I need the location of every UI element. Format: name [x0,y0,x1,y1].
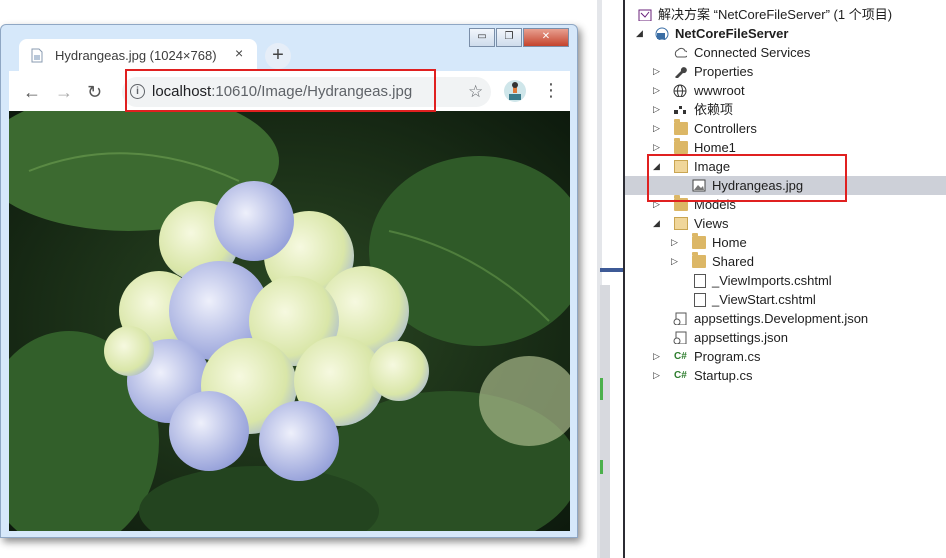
globe-icon [673,84,687,97]
forward-icon[interactable]: → [55,82,73,103]
tree-item-label: appsettings.json [694,330,788,345]
collapsed-arrow-icon[interactable]: ▷ [671,252,678,271]
tree-item-label: NetCoreFileServer [675,26,789,41]
reload-icon[interactable]: ↻ [87,82,102,103]
tree-item-controllers[interactable]: ▷ Controllers [625,119,946,138]
open-folder-icon [674,217,688,230]
tree-item-views[interactable]: ◢ Views [625,214,946,233]
minimize-button[interactable]: ▭ [469,28,495,47]
change-marker [600,378,603,400]
tree-item-label: Views [694,216,729,231]
avatar[interactable] [504,80,526,102]
collapsed-arrow-icon[interactable]: ▷ [653,119,660,138]
folder-icon [692,233,706,249]
tree-item-viewimports[interactable]: _ViewImports.cshtml [625,271,946,290]
collapsed-arrow-icon[interactable]: ▷ [653,366,660,385]
folder-icon [674,119,688,135]
tree-item-label: wwwroot [694,83,745,98]
hydrangea-photo-graphic [9,111,570,531]
image-folder-highlight-box [647,154,847,202]
json-file-icon [673,312,687,325]
tree-item-program-cs[interactable]: ▷ C# Program.cs [625,347,946,366]
tree-item-appsettings[interactable]: appsettings.json [625,328,946,347]
tree-item-label: 依赖项 [694,102,734,117]
tree-item-connected-services[interactable]: Connected Services [625,43,946,62]
collapsed-arrow-icon[interactable]: ▷ [653,81,660,100]
folder-icon [674,138,688,154]
tree-item-label: Shared [712,254,754,269]
folder-icon [692,252,706,268]
tree-item-startup-cs[interactable]: ▷ C# Startup.cs [625,366,946,385]
razor-file-icon [694,274,706,288]
tree-item-dependencies[interactable]: ▷ 依赖项 [625,100,946,119]
expanded-arrow-icon[interactable]: ◢ [653,214,660,233]
tree-item-views-shared[interactable]: ▷ Shared [625,252,946,271]
url-highlight-box [125,69,436,112]
tree-item-project[interactable]: ◢ NetCoreFileServer [625,24,946,43]
change-marker [600,460,603,474]
solution-explorer: 解决方案 “NetCoreFileServer” (1 个项目) ◢ NetCo… [625,0,946,558]
collapsed-arrow-icon[interactable]: ▷ [653,347,660,366]
avatar-icon [504,80,526,102]
connected-services-icon [674,47,687,58]
collapsed-arrow-icon[interactable]: ▷ [671,233,678,252]
close-window-button[interactable]: ✕ [523,28,569,47]
tree-item-label: Program.cs [694,349,761,364]
new-tab-button[interactable]: + [265,43,291,69]
collapsed-arrow-icon[interactable]: ▷ [653,62,660,81]
tree-item-appsettings-development[interactable]: appsettings.Development.json [625,309,946,328]
tree-item-wwwroot[interactable]: ▷ wwwroot [625,81,946,100]
solution-icon [638,9,652,21]
tree-item-label: 解决方案 “NetCoreFileServer” (1 个项目) [658,7,893,22]
tree-item-properties[interactable]: ▷ Properties [625,62,946,81]
tree-item-viewstart[interactable]: _ViewStart.cshtml [625,290,946,309]
browser-window: ▭ ❐ ✕ Hydrangeas.jpg (1024×768) × + ← → … [0,24,578,538]
back-icon[interactable]: ← [23,82,41,103]
tab-title: Hydrangeas.jpg (1024×768) [55,48,217,63]
hydrangeas-image [9,111,570,531]
page-icon [31,48,43,63]
wrench-icon [675,67,687,78]
tree-item-solution[interactable]: 解决方案 “NetCoreFileServer” (1 个项目) [625,5,946,24]
tree-item-views-home[interactable]: ▷ Home [625,233,946,252]
tree-item-label: _ViewImports.cshtml [712,273,832,288]
tree-item-label: Home [712,235,747,250]
dependencies-icon [674,106,686,114]
tree-item-label: _ViewStart.cshtml [712,292,816,307]
tree-item-label: Startup.cs [694,368,753,383]
scroll-strip[interactable] [600,285,610,558]
tree-item-label: Controllers [694,121,757,136]
expanded-arrow-icon[interactable]: ◢ [636,24,643,43]
csharp-file-icon: C# [674,370,687,381]
tree-item-label: Properties [694,64,754,79]
razor-file-icon [694,293,706,307]
web-project-icon [655,27,669,40]
collapsed-arrow-icon[interactable]: ▷ [653,100,660,119]
json-file-icon [673,331,687,344]
bookmark-star-icon[interactable]: ☆ [468,82,483,102]
tree-item-label: Connected Services [694,45,811,60]
tab-indicator [600,268,624,272]
menu-icon[interactable]: ⋮ [542,80,560,101]
csharp-file-icon: C# [674,351,687,362]
tree-item-label: appsettings.Development.json [694,311,869,326]
tab-close-icon[interactable]: × [235,45,243,61]
restore-button[interactable]: ❐ [496,28,522,47]
browser-tab[interactable]: Hydrangeas.jpg (1024×768) × [19,39,257,71]
